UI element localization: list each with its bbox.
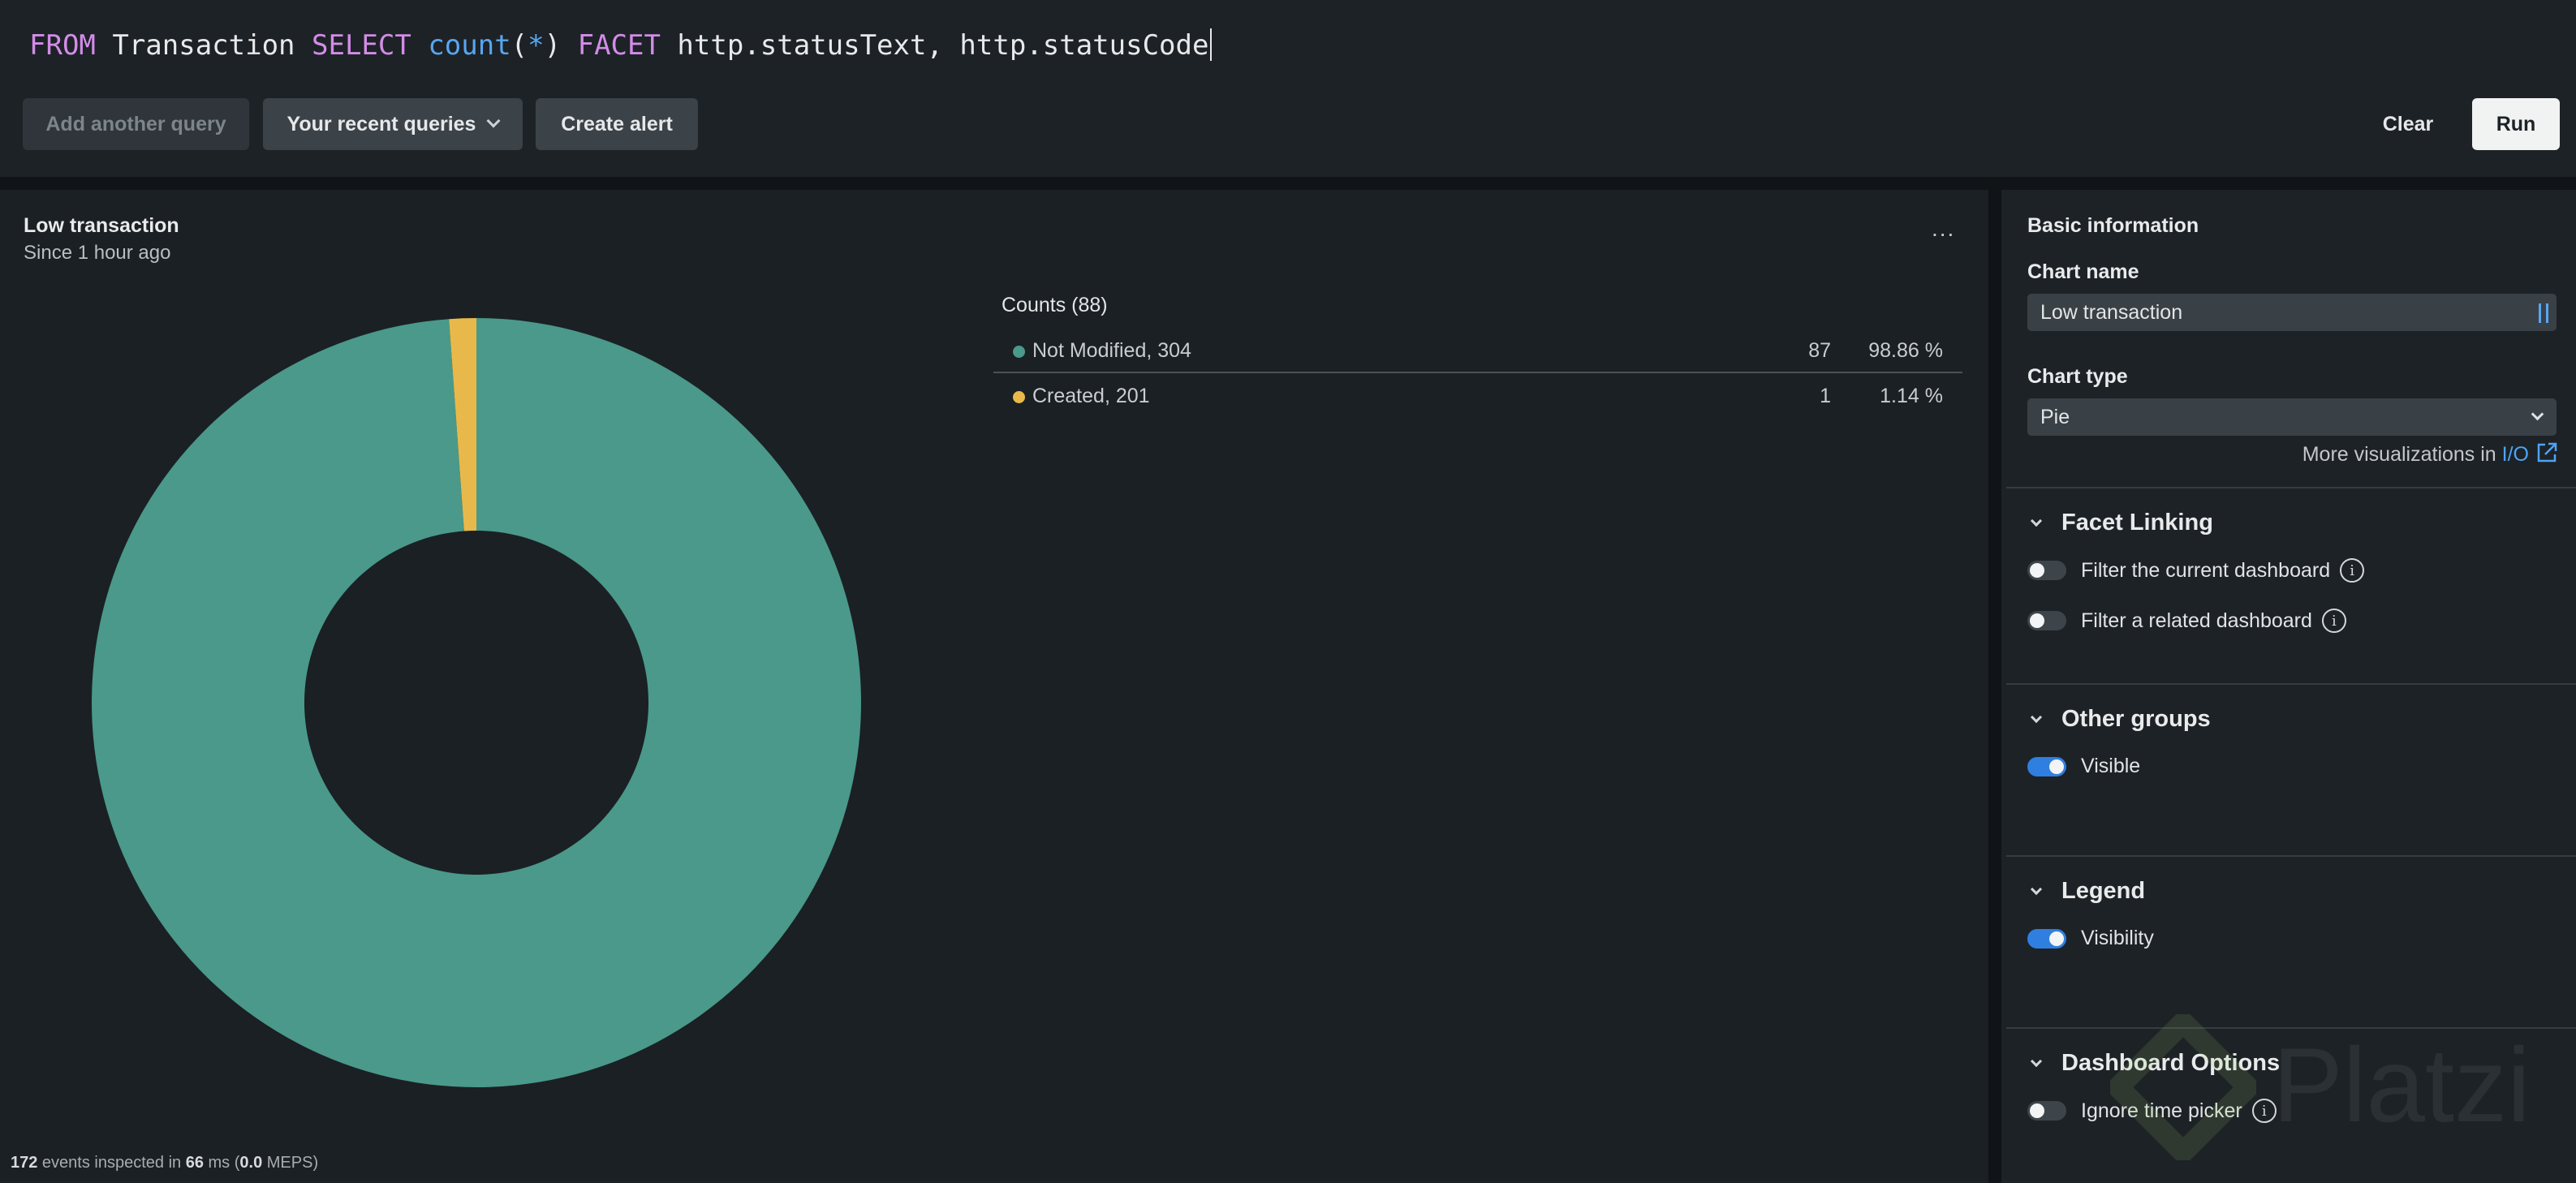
- events-count: 172: [11, 1154, 38, 1172]
- events-suffix: events inspected in: [37, 1154, 186, 1172]
- query-token: ): [544, 29, 578, 62]
- divider: [1988, 190, 2001, 1183]
- basic-information-heading: Basic information: [2027, 214, 2199, 237]
- ms-suffix: ms (: [203, 1154, 240, 1172]
- other-groups-header[interactable]: Other groups: [2027, 706, 2211, 733]
- clear-button[interactable]: Clear: [2363, 98, 2453, 150]
- chevron-down-icon: [2030, 711, 2043, 724]
- external-link-icon: [2537, 442, 2557, 462]
- run-button[interactable]: Run: [2472, 98, 2560, 150]
- ms-value: 66: [185, 1154, 204, 1172]
- filter-current-dashboard-row: Filter the current dashboard i: [2027, 558, 2365, 583]
- section-divider: [2006, 683, 2576, 685]
- legend-table: Not Modified, 304 87 98.86 % Created, 20…: [993, 328, 1962, 419]
- chart-panel: Low transaction Since 1 hour ago ... Cou…: [0, 190, 1988, 1183]
- more-visualizations: More visualizations in I/O: [2302, 441, 2558, 467]
- section-divider: [2006, 855, 2576, 857]
- filter-related-dashboard-toggle[interactable]: [2027, 611, 2066, 630]
- more-visualizations-text: More visualizations in: [2302, 443, 2502, 466]
- add-another-query-label: Add another query: [45, 112, 226, 136]
- legend-visibility-row: Visibility: [2027, 927, 2154, 950]
- other-groups-visible-row: Visible: [2027, 755, 2140, 778]
- run-label: Run: [2496, 112, 2536, 136]
- legend-label: Created, 201: [1032, 385, 1150, 407]
- query-token: http.statusText, http.statusCode: [660, 29, 1209, 62]
- info-icon[interactable]: i: [2321, 609, 2346, 633]
- platzi-logo-icon: [2110, 1014, 2256, 1160]
- chart-name-label: Chart name: [2027, 260, 2139, 283]
- ignore-time-picker-toggle[interactable]: [2027, 1101, 2066, 1121]
- filter-current-dashboard-toggle[interactable]: [2027, 561, 2066, 580]
- legend-percent: 1.14 %: [1880, 385, 1943, 407]
- chart-type-label: Chart type: [2027, 365, 2128, 388]
- query-token: FROM: [29, 29, 96, 62]
- filter-related-dashboard-label: Filter a related dashboard: [2081, 609, 2312, 632]
- legend-header[interactable]: Legend: [2027, 878, 2145, 905]
- chevron-down-icon: [2030, 883, 2043, 896]
- recent-queries-label: Your recent queries: [286, 112, 476, 136]
- query-token: count: [428, 29, 511, 62]
- legend-color-dot: [1013, 391, 1025, 403]
- donut-chart: [92, 318, 861, 1087]
- chevron-down-icon: [2030, 514, 2043, 527]
- platzi-watermark: Platzi: [2272, 1026, 2531, 1144]
- other-groups-title: Other groups: [2061, 706, 2211, 732]
- chevron-down-icon: [2531, 407, 2544, 421]
- query-token: (: [510, 29, 528, 62]
- info-icon[interactable]: i: [2340, 558, 2365, 583]
- legend-count: 1: [1820, 385, 1831, 407]
- query-token: SELECT: [312, 29, 411, 62]
- add-another-query-button[interactable]: Add another query: [23, 98, 249, 150]
- legend-title: Counts (88): [1002, 294, 1108, 316]
- recent-queries-dropdown[interactable]: Your recent queries: [263, 98, 523, 150]
- chart-name-value: Low transaction: [2040, 301, 2183, 324]
- divider: [0, 177, 2576, 190]
- query-token: Transaction: [95, 29, 312, 62]
- facet-linking-title: Facet Linking: [2061, 510, 2213, 536]
- legend-percent: 98.86 %: [1868, 339, 1943, 362]
- chevron-down-icon: [486, 114, 501, 128]
- meps-value: 0.0: [239, 1154, 263, 1172]
- query-token: [411, 29, 428, 62]
- io-link[interactable]: I/O: [2502, 443, 2529, 466]
- section-divider: [2006, 487, 2576, 488]
- nrql-query-editor[interactable]: FROM Transaction SELECT count(*) FACET h…: [29, 24, 1213, 67]
- query-area: FROM Transaction SELECT count(*) FACET h…: [0, 0, 2576, 177]
- facet-linking-header[interactable]: Facet Linking: [2027, 510, 2213, 536]
- query-token: *: [528, 29, 545, 62]
- events-inspected-stats: 172 events inspected in 66 ms (0.0 MEPS): [11, 1154, 318, 1172]
- other-groups-visible-label: Visible: [2081, 755, 2141, 777]
- legend-row[interactable]: Not Modified, 304 87 98.86 %: [993, 328, 1962, 373]
- chevron-down-icon: [2030, 1055, 2043, 1068]
- legend-color-dot: [1013, 346, 1025, 358]
- legend-visibility-label: Visibility: [2081, 927, 2154, 949]
- legend-count: 87: [1808, 339, 1831, 362]
- create-alert-label: Create alert: [561, 112, 673, 136]
- chart-type-value: Pie: [2040, 406, 2070, 428]
- create-alert-button[interactable]: Create alert: [536, 98, 698, 150]
- chart-type-select[interactable]: Pie: [2027, 398, 2557, 436]
- meps-suffix: MEPS): [262, 1154, 319, 1172]
- query-token: FACET: [577, 29, 661, 62]
- chart-name-input[interactable]: Low transaction: [2027, 294, 2557, 331]
- resize-handle-icon: [2539, 303, 2548, 323]
- other-groups-visible-toggle[interactable]: [2027, 756, 2066, 776]
- filter-current-dashboard-label: Filter the current dashboard: [2081, 558, 2331, 582]
- legend-label: Not Modified, 304: [1032, 339, 1191, 362]
- legend-visibility-toggle[interactable]: [2027, 928, 2066, 949]
- legend-section-title: Legend: [2061, 878, 2146, 904]
- text-cursor: [1210, 28, 1213, 61]
- filter-related-dashboard-row: Filter a related dashboard i: [2027, 609, 2346, 633]
- legend-row[interactable]: Created, 201 1 1.14 %: [993, 373, 1962, 419]
- clear-label: Clear: [2382, 112, 2434, 136]
- more-options-icon[interactable]: ...: [1932, 217, 1955, 240]
